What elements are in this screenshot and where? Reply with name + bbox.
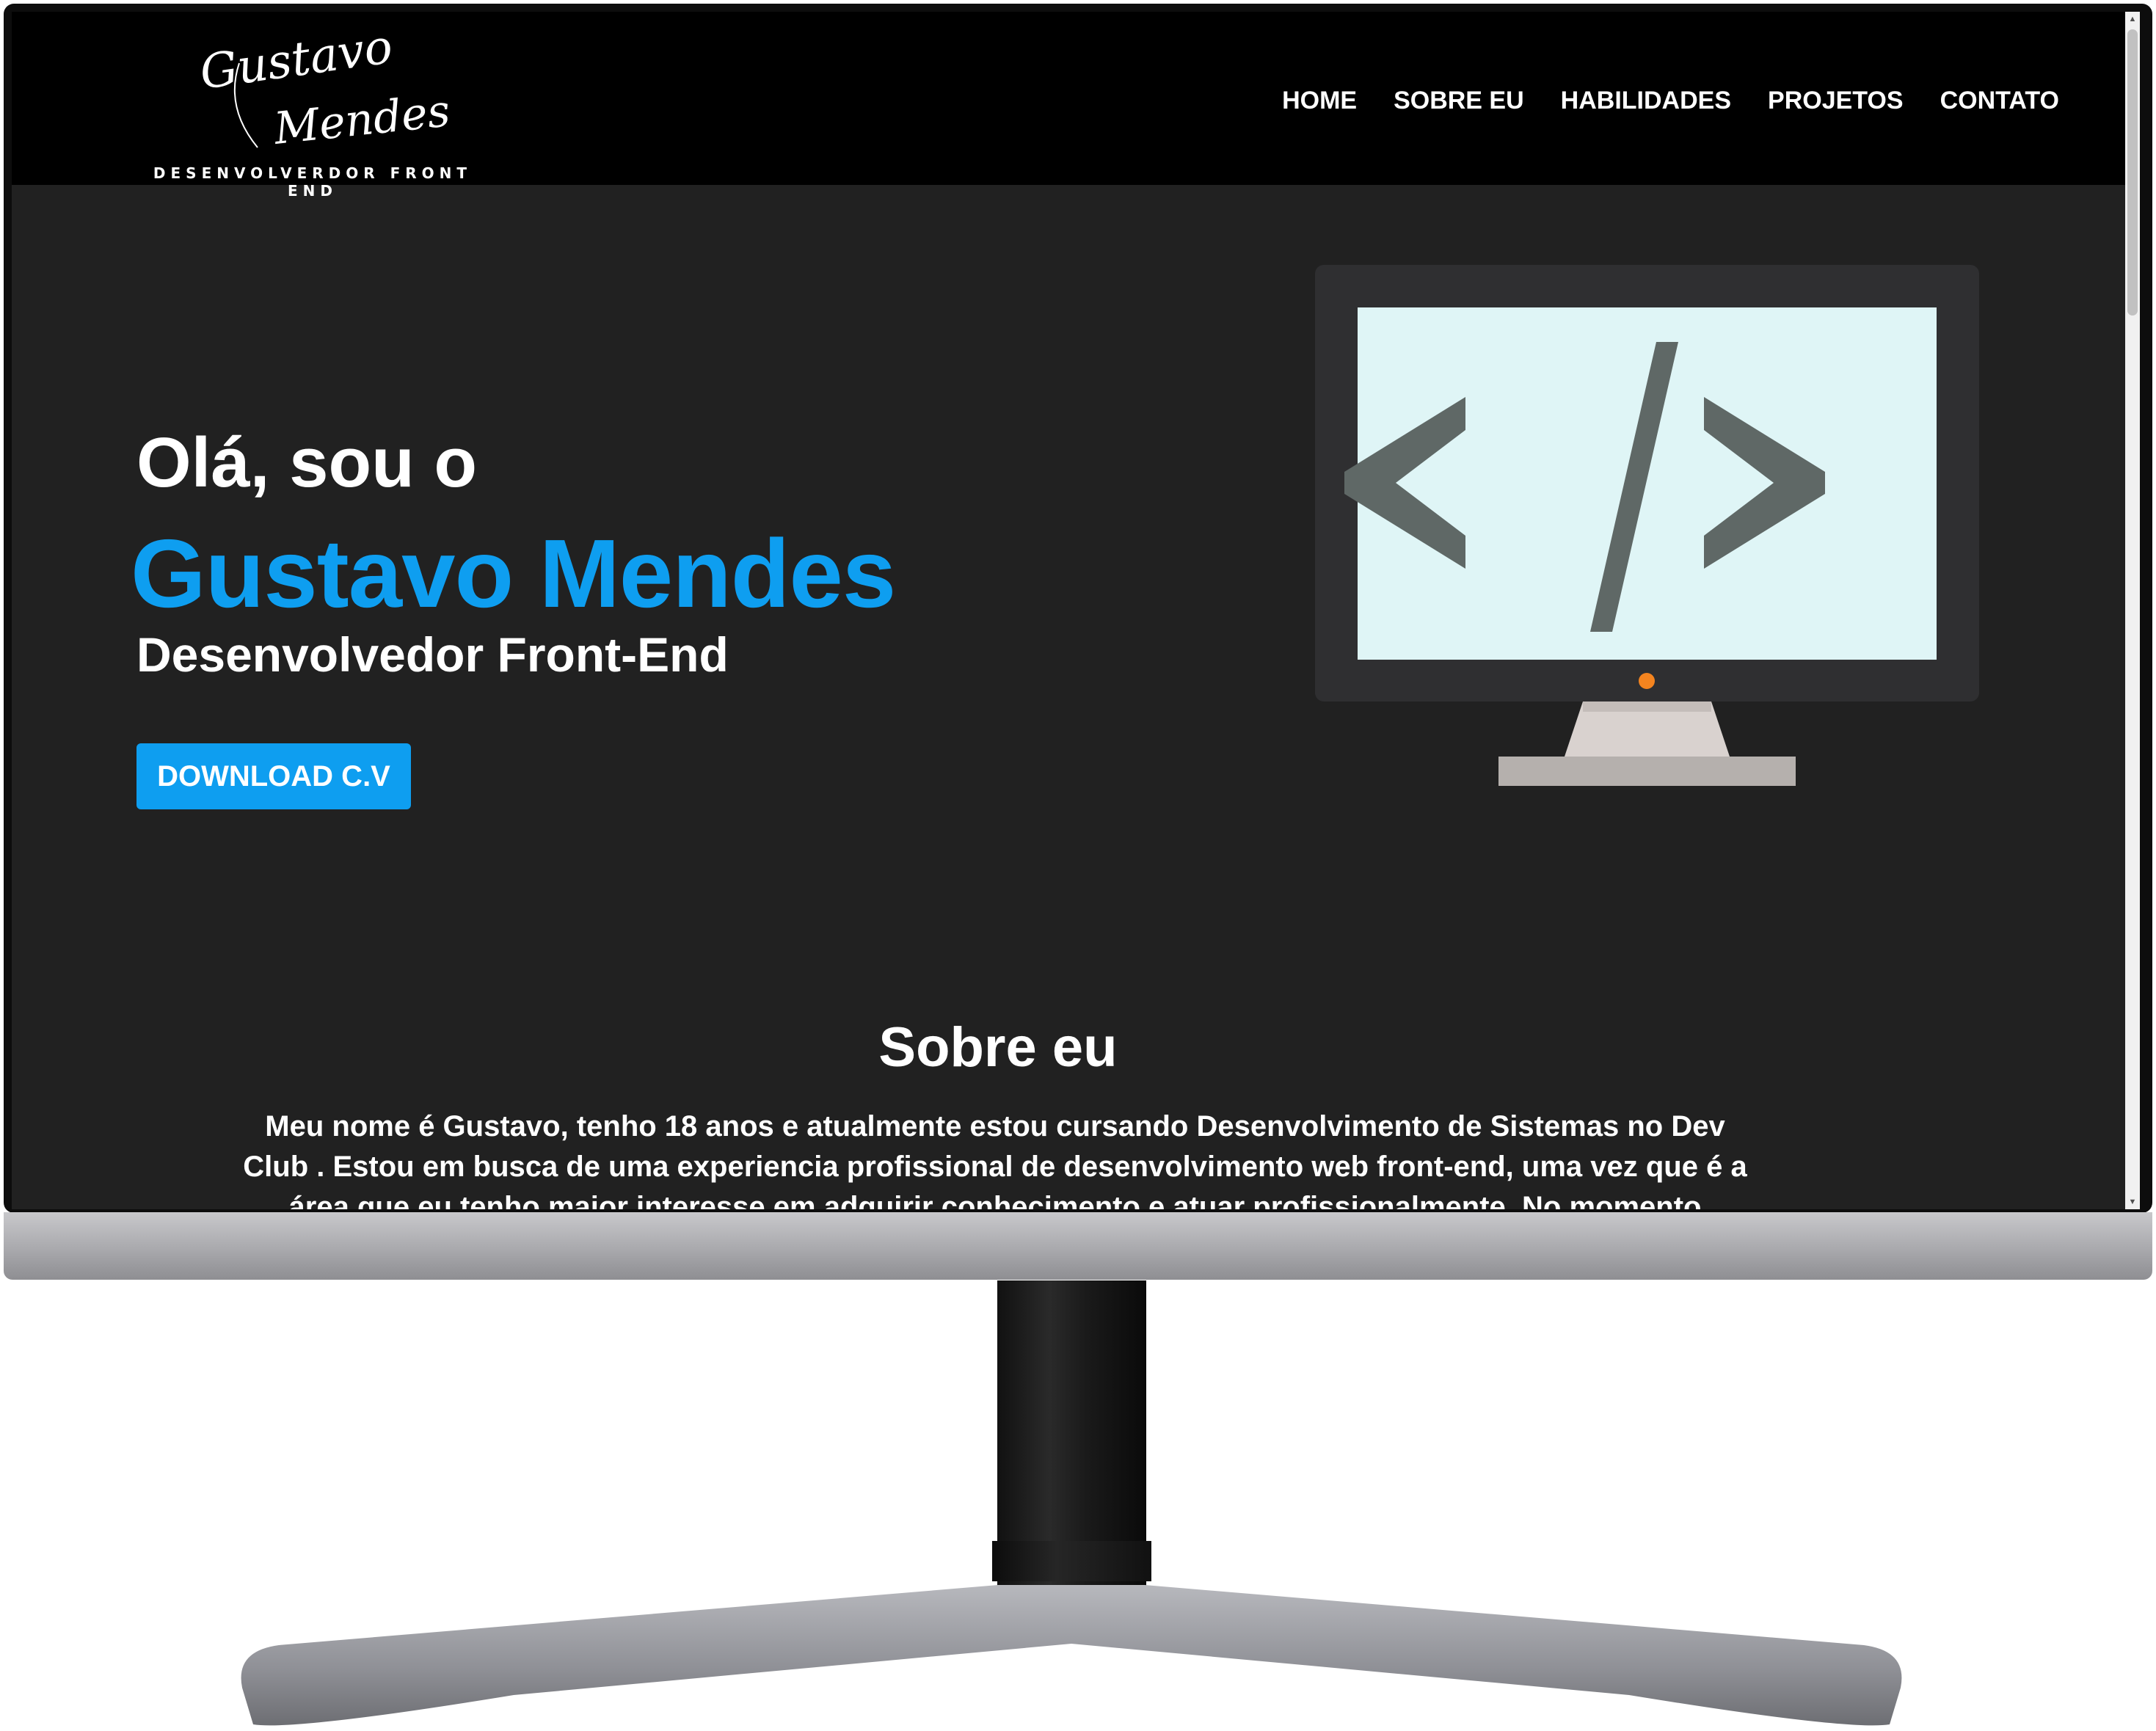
nav-contato[interactable]: CONTATO	[1940, 87, 2059, 115]
scroll-up-icon[interactable]: ▲	[2125, 12, 2140, 26]
logo-first-name: Gustavo	[197, 34, 396, 101]
nav-habilidades[interactable]: HABILIDADES	[1561, 87, 1731, 115]
nav-projetos[interactable]: PROJETOS	[1768, 87, 1904, 115]
logo-last-name: Mendes	[271, 85, 452, 155]
scroll-thumb[interactable]	[2127, 29, 2138, 316]
monitor-stand-joint	[992, 1541, 1151, 1581]
about-title: Sobre eu	[878, 1016, 1118, 1079]
hero-greeting: Olá, sou o	[136, 423, 478, 502]
nav-home[interactable]: HOME	[1282, 87, 1357, 115]
hero-role: Desenvolvedor Front-End	[136, 627, 729, 682]
main-nav: HOME SOBRE EU HABILIDADES PROJETOS CONTA…	[1282, 87, 2059, 115]
logo-subtitle: DESENVOLVERDOR FRONT END	[153, 164, 473, 200]
about-paragraph: Meu nome é Gustavo, tenho 18 anos e atua…	[243, 1110, 1747, 1209]
hero-name: Gustavo Mendes	[131, 520, 896, 627]
download-cv-button[interactable]: DOWNLOAD C.V	[136, 743, 411, 809]
site-logo[interactable]: Gustavo Mendes DESENVOLVERDOR FRONT END	[129, 20, 496, 200]
computer-code-icon	[1315, 265, 1979, 786]
monitor-stand-base	[241, 1585, 1902, 1726]
nav-sobre-eu[interactable]: SOBRE EU	[1394, 87, 1524, 115]
browser-viewport: Gustavo Mendes DESENVOLVERDOR FRONT END …	[12, 12, 2140, 1209]
scroll-down-icon[interactable]: ▼	[2125, 1195, 2140, 1209]
vertical-scrollbar[interactable]: ▲ ▼	[2125, 12, 2140, 1209]
logo-signature: Gustavo Mendes	[197, 20, 453, 155]
site-header: Gustavo Mendes DESENVOLVERDOR FRONT END …	[12, 12, 2125, 200]
monitor-chin	[4, 1212, 2152, 1280]
monitor-mockup: Gustavo Mendes DESENVOLVERDOR FRONT END …	[0, 0, 2156, 1731]
